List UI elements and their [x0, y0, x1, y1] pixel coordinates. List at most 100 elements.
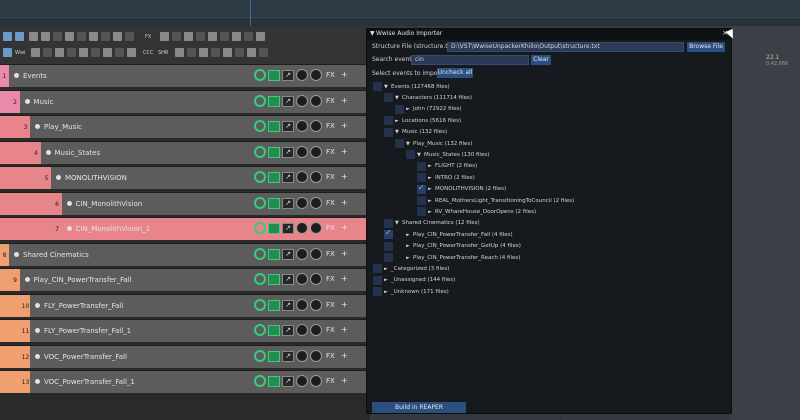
dialog-titlebar[interactable]: ▼ Wwise Audio Importer × [367, 29, 731, 40]
tree-node[interactable]: ► _Unknown (171 files) [384, 287, 449, 297]
ripple-icon[interactable] [77, 32, 86, 41]
add-send-button[interactable]: + [341, 273, 348, 285]
volume-knob-icon[interactable] [296, 171, 308, 183]
volume-knob-icon[interactable] [296, 375, 308, 387]
track-row[interactable]: 5 MONOLITHVISION ↗ FX + [0, 166, 370, 189]
snap-icon[interactable] [53, 32, 62, 41]
fx-button[interactable]: FX [326, 120, 335, 132]
render-icon[interactable] [208, 32, 217, 41]
pencil-icon[interactable] [175, 48, 184, 57]
folder-dot-icon[interactable] [35, 302, 40, 308]
fx-button[interactable]: FX [326, 171, 335, 183]
record-arm-icon[interactable] [254, 324, 266, 336]
tree-node[interactable]: ► _Unassigned (144 files) [384, 275, 455, 285]
volume-knob-icon[interactable] [296, 273, 308, 285]
record-arm-icon[interactable] [254, 349, 266, 362]
track-name[interactable]: CIN_MonolithVision [76, 193, 143, 215]
vu-meter-icon[interactable] [268, 325, 280, 336]
envelope-icon[interactable]: ↗ [282, 121, 294, 132]
track-name[interactable]: Music_States [55, 142, 101, 164]
record-arm-icon[interactable] [254, 120, 266, 132]
pan-knob-icon[interactable] [310, 94, 322, 107]
folder-dot-icon[interactable] [35, 328, 40, 333]
save-icon[interactable] [67, 48, 76, 57]
event-checkbox[interactable] [384, 218, 393, 228]
freeze-icon[interactable] [220, 32, 229, 41]
track-row[interactable]: 1 Events ↗ FX + [0, 64, 370, 87]
tree-node[interactable]: ► REAL_MothersLight_TransitioningToCounci… [428, 196, 574, 206]
add-send-button[interactable]: + [341, 120, 348, 132]
vu-meter-icon[interactable] [268, 223, 280, 234]
volume-knob-icon[interactable] [296, 324, 308, 336]
zoom-icon[interactable] [199, 48, 208, 57]
vu-meter-icon[interactable] [268, 197, 280, 209]
fx-chain-icon[interactable] [15, 32, 24, 41]
tree-node[interactable]: ▼ Music_States (130 files) [417, 150, 489, 160]
record-arm-icon[interactable] [254, 171, 266, 183]
vu-meter-icon[interactable] [268, 146, 280, 158]
vu-meter-icon[interactable] [268, 248, 280, 260]
envelope-icon[interactable]: ↗ [282, 223, 294, 234]
vu-meter-icon[interactable] [268, 299, 280, 311]
expanded-arrow-icon[interactable]: ▼ [417, 150, 424, 160]
track-name[interactable]: VOC_PowerTransfer_Fall_1 [44, 371, 135, 393]
toolbar-shr-label[interactable]: SHR [158, 50, 168, 56]
marker-icon[interactable] [125, 32, 134, 41]
toolbar-ccc-label[interactable]: CCC [143, 50, 153, 56]
volume-knob-icon[interactable] [296, 247, 308, 260]
track-row[interactable]: 11 FLY_PowerTransfer_Fall_1 ↗ FX + [0, 319, 370, 342]
track-row[interactable]: 2 Music ↗ FX + [0, 89, 370, 113]
record-arm-icon[interactable] [254, 222, 266, 234]
tree-node[interactable]: ► Play_CIN_PowerTransfer_Fall (4 files) [406, 230, 513, 240]
vu-meter-icon[interactable] [268, 95, 280, 107]
event-checkbox[interactable] [373, 264, 382, 274]
track-name[interactable]: CIN_MonolithVision_1 [76, 218, 151, 240]
track-row[interactable]: 13 VOC_PowerTransfer_Fall_1 ↗ FX + [0, 370, 370, 393]
vu-meter-icon[interactable] [268, 274, 280, 285]
collapsed-arrow-icon[interactable]: ► [428, 207, 435, 217]
take-icon[interactable] [244, 32, 253, 41]
fx-button[interactable]: FX [326, 248, 335, 260]
expanded-arrow-icon[interactable]: ▼ [406, 139, 413, 149]
event-checkbox[interactable] [384, 116, 393, 126]
tree-node[interactable]: ► MONOLITHVISION (2 files) [428, 184, 506, 194]
fx-button[interactable]: FX [326, 273, 335, 285]
record-arm-icon[interactable] [254, 196, 266, 209]
event-checkbox[interactable] [417, 173, 426, 183]
group-icon[interactable] [235, 48, 244, 57]
track-row[interactable]: 6 CIN_MonolithVision ↗ FX + [0, 191, 370, 215]
clear-button[interactable]: Clear [531, 55, 551, 65]
event-checkbox[interactable] [384, 253, 393, 262]
record-arm-icon[interactable] [254, 298, 266, 311]
event-checkbox[interactable] [417, 161, 426, 171]
track-row[interactable]: 8 Shared Cinematics ↗ FX + [0, 242, 370, 266]
expanded-arrow-icon[interactable]: ▼ [384, 82, 391, 92]
track-name[interactable]: Play_Music [44, 116, 82, 138]
structure-file-field[interactable]: D:\VST\WwiseUnpackerKhillo\Output\struct… [447, 42, 684, 52]
pan-knob-icon[interactable] [310, 375, 322, 387]
tree-node[interactable]: ► Play_CIN_PowerTransfer_GetUp (4 files) [406, 241, 521, 251]
track-name[interactable]: Shared Cinematics [23, 244, 89, 266]
pan-knob-icon[interactable] [310, 324, 322, 336]
envelope-icon[interactable]: ↗ [282, 146, 294, 158]
stretch-icon[interactable] [256, 32, 265, 41]
volume-knob-icon[interactable] [296, 196, 308, 209]
fx-button[interactable]: FX [326, 375, 335, 387]
folder-dot-icon[interactable] [35, 379, 40, 384]
folder-dot-icon[interactable] [66, 200, 72, 206]
event-checkbox[interactable] [373, 287, 382, 297]
fx-button[interactable]: FX [326, 324, 335, 336]
tree-node[interactable]: ► Play_CIN_PowerTransfer_Reach (4 files) [406, 253, 520, 263]
track-row[interactable]: 3 Play_Music ↗ FX + [0, 115, 370, 138]
volume-knob-icon[interactable] [296, 69, 308, 81]
track-row[interactable]: 4 Music_States ↗ FX + [0, 140, 370, 164]
loop-icon[interactable] [89, 32, 98, 41]
route-icon[interactable] [29, 32, 38, 41]
add-send-button[interactable]: + [341, 146, 348, 158]
envelope-icon[interactable] [65, 32, 74, 41]
copy-icon[interactable] [91, 48, 100, 57]
folder-dot-icon[interactable] [56, 175, 61, 180]
envelope-icon[interactable]: ↗ [282, 95, 294, 107]
toolbar-fx-label[interactable]: FX [145, 34, 151, 40]
envelope-icon[interactable]: ↗ [282, 376, 294, 387]
